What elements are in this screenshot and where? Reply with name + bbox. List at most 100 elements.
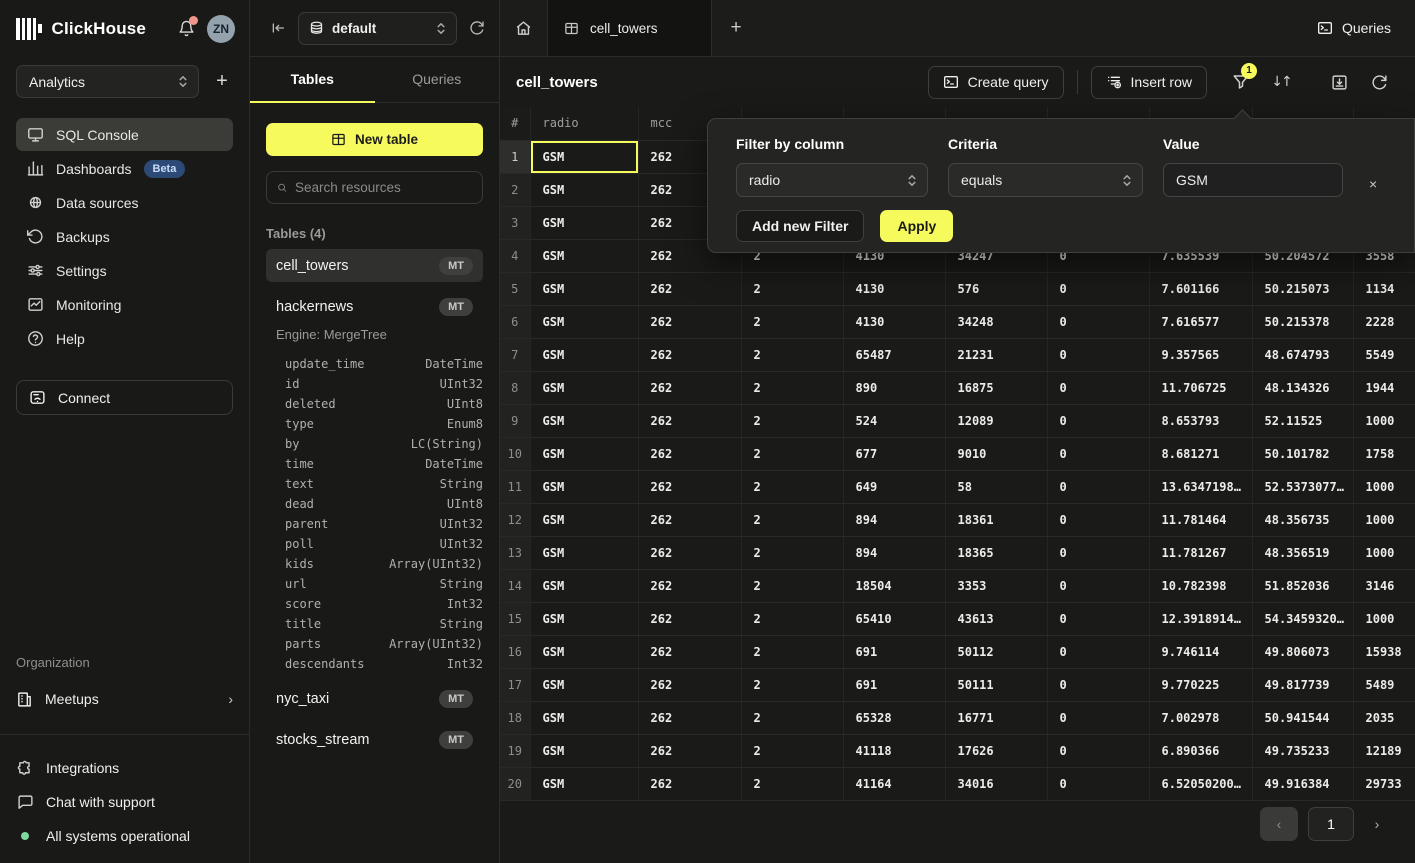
grid-cell[interactable]: 5489 [1353,668,1415,701]
refresh-tables-button[interactable] [469,20,485,36]
workspace-select[interactable]: Analytics [16,65,199,98]
grid-cell[interactable]: 1944 [1353,371,1415,404]
grid-cell[interactable]: 16771 [945,701,1047,734]
grid-cell[interactable]: 8.653793 [1149,404,1252,437]
grid-cell[interactable]: 49.806073 [1252,635,1353,668]
grid-cell[interactable]: 2 [741,503,843,536]
row-number-header[interactable]: # [500,107,530,140]
grid-cell[interactable]: 9.770225 [1149,668,1252,701]
grid-cell[interactable]: 2 [741,371,843,404]
grid-cell[interactable]: 48.134326 [1252,371,1353,404]
grid-cell[interactable]: 4130 [843,305,945,338]
grid-cell[interactable]: 49.735233 [1252,734,1353,767]
grid-cell[interactable]: 0 [1047,635,1149,668]
grid-cell[interactable]: GSM [530,767,638,800]
grid-cell[interactable]: GSM [530,668,638,701]
grid-cell[interactable]: 12089 [945,404,1047,437]
grid-cell[interactable]: 691 [843,635,945,668]
search-resources[interactable] [266,171,483,204]
grid-cell[interactable]: 11.706725 [1149,371,1252,404]
grid-cell[interactable]: 52.11525 [1252,404,1353,437]
grid-cell[interactable]: 12.3918914… [1149,602,1252,635]
grid-cell[interactable]: 2 [741,701,843,734]
grid-cell[interactable]: 2 [741,536,843,569]
grid-cell[interactable]: 262 [638,767,741,800]
grid-cell[interactable]: 0 [1047,734,1149,767]
grid-cell[interactable]: 0 [1047,404,1149,437]
grid-cell[interactable]: 894 [843,536,945,569]
grid-cell[interactable]: 18361 [945,503,1047,536]
grid-cell[interactable]: 65328 [843,701,945,734]
refresh-data-button[interactable] [1359,66,1399,99]
grid-cell[interactable]: 50.215378 [1252,305,1353,338]
grid-cell[interactable]: 691 [843,668,945,701]
grid-cell[interactable]: 677 [843,437,945,470]
grid-cell[interactable]: 48.356735 [1252,503,1353,536]
grid-cell[interactable]: GSM [530,206,638,239]
grid-cell[interactable]: GSM [530,734,638,767]
database-select[interactable]: default [298,12,457,45]
grid-cell[interactable]: 0 [1047,437,1149,470]
grid-cell[interactable]: 1758 [1353,437,1415,470]
sidebar-item-settings[interactable]: Settings [16,254,233,287]
new-table-button[interactable]: New table [266,123,483,156]
next-page-button[interactable]: › [1364,807,1390,841]
grid-cell[interactable]: 13.6347198… [1149,470,1252,503]
grid-cell[interactable]: GSM [530,470,638,503]
grid-cell[interactable]: GSM [530,503,638,536]
grid-cell[interactable]: 9010 [945,437,1047,470]
grid-cell[interactable]: 0 [1047,767,1149,800]
grid-cell[interactable]: 3353 [945,569,1047,602]
grid-cell[interactable]: 51.852036 [1252,569,1353,602]
grid-cell[interactable]: 2 [741,338,843,371]
grid-cell[interactable]: 9.357565 [1149,338,1252,371]
grid-cell[interactable]: 12189 [1353,734,1415,767]
avatar[interactable]: ZN [207,15,235,43]
grid-cell[interactable]: 50.101782 [1252,437,1353,470]
grid-cell[interactable]: 262 [638,668,741,701]
column-header[interactable]: radio [530,107,638,140]
sidebar-item-dashboards[interactable]: Dashboards Beta [16,152,233,185]
grid-cell[interactable]: 43613 [945,602,1047,635]
grid-cell[interactable]: 0 [1047,569,1149,602]
grid-cell[interactable]: 1000 [1353,404,1415,437]
system-status[interactable]: All systems operational [16,823,233,849]
sidebar-item-meetups[interactable]: Meetups › [16,682,233,716]
grid-cell[interactable]: 48.674793 [1252,338,1353,371]
download-button[interactable] [1319,66,1359,99]
grid-cell[interactable]: 262 [638,602,741,635]
grid-cell[interactable]: GSM [530,635,638,668]
grid-cell[interactable]: GSM [530,338,638,371]
grid-cell[interactable]: GSM [530,701,638,734]
prev-page-button[interactable]: ‹ [1260,807,1298,841]
grid-cell[interactable]: 2 [741,272,843,305]
table-item-cell-towers[interactable]: cell_towers MT [266,249,483,282]
apply-filter-button[interactable]: Apply [880,210,953,242]
sidebar-item-monitoring[interactable]: Monitoring [16,288,233,321]
grid-cell[interactable]: GSM [530,371,638,404]
table-item-hackernews[interactable]: hackernews MT [266,290,483,323]
filter-value-input[interactable] [1163,163,1343,197]
grid-cell[interactable]: 262 [638,305,741,338]
sidebar-item-sql-console[interactable]: SQL Console [16,118,233,151]
grid-cell[interactable]: 262 [638,701,741,734]
grid-cell[interactable]: 41118 [843,734,945,767]
collapse-panel-button[interactable] [270,20,286,36]
grid-cell[interactable]: 1000 [1353,602,1415,635]
grid-cell[interactable]: 34248 [945,305,1047,338]
grid-cell[interactable]: GSM [530,239,638,272]
tab-cell-towers[interactable]: cell_towers [548,0,712,56]
grid-cell[interactable]: GSM [530,305,638,338]
grid-cell[interactable]: 649 [843,470,945,503]
grid-cell[interactable]: 262 [638,734,741,767]
sidebar-item-integrations[interactable]: Integrations [16,755,233,781]
grid-cell[interactable]: 11.781464 [1149,503,1252,536]
insert-row-button[interactable]: Insert row [1091,66,1207,99]
grid-cell[interactable]: GSM [530,569,638,602]
grid-cell[interactable]: 0 [1047,371,1149,404]
grid-cell[interactable]: 6.52050200… [1149,767,1252,800]
grid-cell[interactable]: GSM [530,536,638,569]
grid-cell[interactable]: 2 [741,404,843,437]
grid-cell[interactable]: 890 [843,371,945,404]
grid-cell[interactable]: 576 [945,272,1047,305]
